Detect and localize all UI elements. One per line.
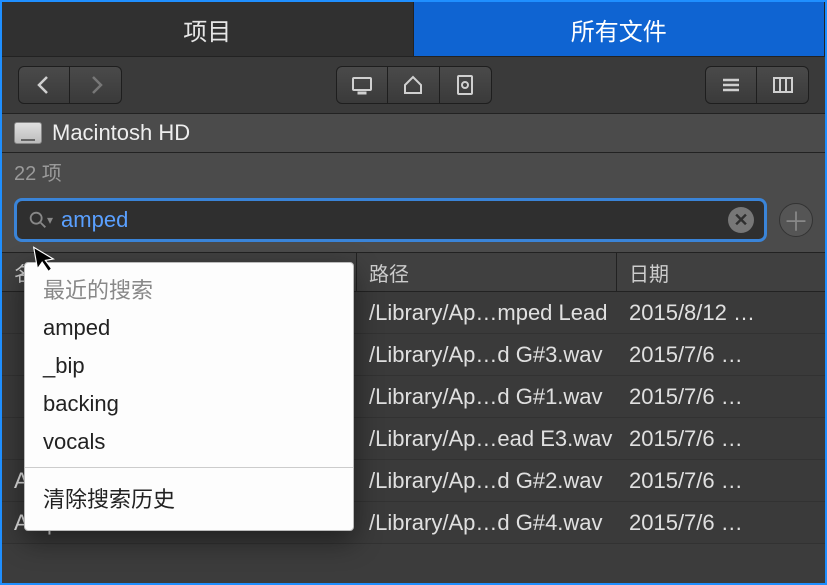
cell-path: /Library/Ap…d G#2.wav: [357, 468, 617, 494]
item-count: 22 项: [2, 153, 825, 194]
project-media-button[interactable]: [440, 66, 492, 104]
recent-search-item[interactable]: vocals: [25, 423, 353, 461]
location-bar: Macintosh HD: [2, 114, 825, 153]
cell-date: 2015/7/6 …: [617, 384, 825, 410]
tab-project[interactable]: 项目: [2, 2, 414, 56]
clear-search-history[interactable]: 清除搜索历史: [25, 468, 353, 530]
header-date[interactable]: 日期: [617, 253, 825, 291]
tab-all-files[interactable]: 所有文件: [414, 2, 826, 56]
cell-path: /Library/Ap…ead E3.wav: [357, 426, 617, 452]
computer-button[interactable]: [336, 66, 388, 104]
cell-path: /Library/Ap…d G#4.wav: [357, 510, 617, 536]
home-button[interactable]: [388, 66, 440, 104]
dropdown-header: 最近的搜索: [25, 263, 353, 309]
search-icon: [27, 209, 49, 231]
back-button[interactable]: [18, 66, 70, 104]
cell-path: /Library/Ap…d G#1.wav: [357, 384, 617, 410]
forward-button[interactable]: [70, 66, 122, 104]
cell-date: 2015/7/6 …: [617, 468, 825, 494]
disk-icon: [14, 122, 42, 144]
cell-path: /Library/Ap…mped Lead: [357, 300, 617, 326]
recent-search-item[interactable]: amped: [25, 309, 353, 347]
recent-search-item[interactable]: _bip: [25, 347, 353, 385]
cell-date: 2015/7/6 …: [617, 426, 825, 452]
cell-path: /Library/Ap…d G#3.wav: [357, 342, 617, 368]
view-group: [705, 66, 809, 104]
location-title: Macintosh HD: [52, 120, 190, 146]
search-input[interactable]: [57, 207, 728, 233]
location-group: [336, 66, 492, 104]
clear-search-button[interactable]: ✕: [728, 207, 754, 233]
cell-date: 2015/7/6 …: [617, 510, 825, 536]
cell-date: 2015/7/6 …: [617, 342, 825, 368]
recent-search-item[interactable]: backing: [25, 385, 353, 423]
recent-searches-dropdown: 最近的搜索 amped_bipbackingvocals 清除搜索历史: [24, 262, 354, 531]
column-view-button[interactable]: [757, 66, 809, 104]
header-path[interactable]: 路径: [357, 253, 617, 291]
search-menu-chevron-icon[interactable]: ▾: [47, 213, 53, 227]
search-row: ▾ ✕ ＋: [2, 194, 825, 252]
search-field[interactable]: ▾ ✕: [14, 198, 767, 242]
tab-bar: 项目 所有文件: [2, 2, 825, 56]
list-view-button[interactable]: [705, 66, 757, 104]
add-filter-button[interactable]: ＋: [779, 203, 813, 237]
nav-group: [18, 66, 122, 104]
browser-window: 项目 所有文件: [0, 0, 827, 585]
cell-date: 2015/8/12 …: [617, 300, 825, 326]
toolbar: [2, 56, 825, 114]
